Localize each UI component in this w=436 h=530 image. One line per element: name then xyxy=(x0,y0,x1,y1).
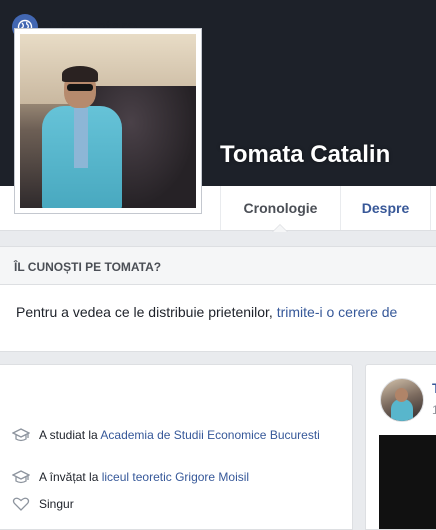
intro-item-relationship: Singur xyxy=(12,496,74,512)
education-prefix: A învățat la xyxy=(39,470,102,484)
intro-item-education-university: A studiat la Academia de Studii Economic… xyxy=(11,427,332,443)
send-request-link[interactable]: trimite-i o cerere de xyxy=(277,304,398,320)
heart-icon xyxy=(12,496,30,512)
post-image[interactable] xyxy=(379,435,436,529)
know-box-prompt: Pentru a vedea ce le distribuie prieteni… xyxy=(16,304,277,320)
tab-despre[interactable]: Despre xyxy=(340,186,430,230)
education-prefix: A studiat la xyxy=(39,428,101,442)
post-author[interactable]: T xyxy=(432,380,436,396)
profile-photo xyxy=(20,34,196,208)
know-box-heading: ÎL CUNOȘTI PE TOMATA? xyxy=(0,247,436,285)
tab-more[interactable] xyxy=(430,186,436,230)
know-box-text: Pentru a vedea ce le distribuie prieteni… xyxy=(0,285,436,320)
profile-picture[interactable] xyxy=(14,28,202,214)
active-tab-indicator xyxy=(272,224,288,232)
relationship-status: Singur xyxy=(39,497,74,511)
graduation-cap-icon xyxy=(11,427,31,443)
highschool-link[interactable]: liceul teoretic Grigore Moisil xyxy=(102,470,249,484)
university-link[interactable]: Academia de Studii Economice Bucuresti xyxy=(100,428,319,442)
profile-name[interactable]: Tomata Catalin xyxy=(220,141,390,169)
post-timestamp[interactable]: 1 xyxy=(432,403,436,417)
post-avatar[interactable] xyxy=(380,378,424,422)
post-card: T 1 xyxy=(365,364,436,530)
know-box: ÎL CUNOȘTI PE TOMATA? Pentru a vedea ce … xyxy=(0,246,436,352)
intro-item-education-highschool: A învățat la liceul teoretic Grigore Moi… xyxy=(11,469,249,485)
graduation-cap-icon xyxy=(11,469,31,485)
